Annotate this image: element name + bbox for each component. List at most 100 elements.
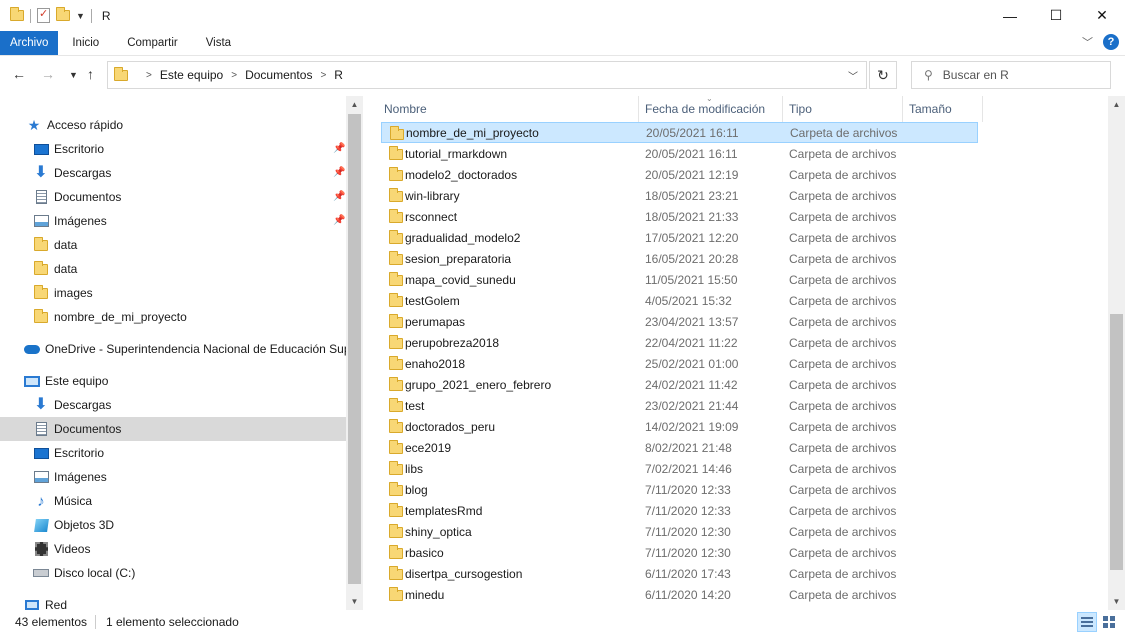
up-arrow-icon[interactable]: ↑ <box>87 66 94 82</box>
file-row[interactable]: mapa_covid_sunedu 11/05/2021 15:50 Carpeta… <box>381 269 978 290</box>
scrollbar-thumb[interactable] <box>1110 314 1123 570</box>
chevron-right-icon[interactable]: > <box>146 70 152 81</box>
column-header-fecha[interactable]: Fecha de modificación <box>645 96 765 122</box>
file-row[interactable]: libs 7/02/2021 14:46 Carpeta de archivos <box>381 458 978 479</box>
nav-item-documentos[interactable]: Documentos <box>33 185 121 209</box>
nav-item-objetos-3d[interactable]: Objetos 3D <box>33 513 114 537</box>
file-type: Carpeta de archivos <box>789 524 897 539</box>
column-header-tipo[interactable]: Tipo <box>789 96 812 122</box>
scrollbar-thumb[interactable] <box>348 114 361 584</box>
filelist-scrollbar[interactable]: ▲ ▼ <box>1108 96 1125 610</box>
file-row[interactable]: sesion_preparatoria 16/05/2021 20:28 Carpe… <box>381 248 978 269</box>
scroll-up-icon[interactable]: ▲ <box>346 96 363 113</box>
new-folder-icon[interactable] <box>56 7 70 21</box>
large-icons-view-button[interactable] <box>1099 612 1119 632</box>
expand-ribbon-icon[interactable]: ﹀ <box>1082 34 1093 50</box>
refresh-button[interactable]: ↻ <box>869 61 897 89</box>
file-row[interactable]: testGolem 4/05/2021 15:32 Carpeta de archi… <box>381 290 978 311</box>
tab-compartir[interactable]: Compartir <box>113 31 191 55</box>
nav-item-nombre-de-mi-proyecto[interactable]: nombre_de_mi_proyecto <box>33 305 187 329</box>
pin-icon[interactable]: 📌 <box>333 191 345 202</box>
document-icon <box>35 422 47 436</box>
file-row[interactable]: modelo2_doctorados 20/05/2021 12:19 Carpet… <box>381 164 978 185</box>
column-divider[interactable] <box>782 96 783 122</box>
file-row[interactable]: shiny_optica 7/11/2020 12:30 Carpeta de ar… <box>381 521 978 542</box>
file-row[interactable]: test 23/02/2021 21:44 Carpeta de archivos <box>381 395 978 416</box>
file-row[interactable]: enaho2018 25/02/2021 01:00 Carpeta de arch… <box>381 353 978 374</box>
nav-item-imagenes[interactable]: Imágenes <box>33 209 107 233</box>
file-row[interactable]: perumapas 23/04/2021 13:57 Carpeta de arch… <box>381 311 978 332</box>
nav-network[interactable]: Red <box>24 593 67 610</box>
column-divider[interactable] <box>982 96 983 122</box>
navpane-scrollbar[interactable]: ▲ ▼ <box>346 96 363 610</box>
address-bar[interactable]: > Este equipo > Documentos > R ﹀ <box>107 61 867 89</box>
recent-locations-icon[interactable]: ▼ <box>69 70 78 80</box>
column-header-tamano[interactable]: Tamaño <box>909 96 952 122</box>
file-row[interactable]: templatesRmd 7/11/2020 12:33 Carpeta de ar… <box>381 500 978 521</box>
file-row[interactable]: blog 7/11/2020 12:33 Carpeta de archivos <box>381 479 978 500</box>
breadcrumb-este-equipo[interactable]: Este equipo <box>160 68 223 82</box>
tab-vista[interactable]: Vista <box>192 31 245 55</box>
file-row[interactable]: gradualidad_modelo2 17/05/2021 12:20 Carpe… <box>381 227 978 248</box>
search-box[interactable]: ⚲ <box>911 61 1111 89</box>
scroll-up-icon[interactable]: ▲ <box>1108 96 1125 113</box>
forward-arrow-icon[interactable]: → <box>41 66 55 82</box>
column-divider[interactable] <box>638 96 639 122</box>
nav-item-descargas[interactable]: ⬇ Descargas <box>33 161 111 185</box>
file-row[interactable]: rbasico 7/11/2020 12:30 Carpeta de archivo… <box>381 542 978 563</box>
tab-inicio[interactable]: Inicio <box>58 31 113 55</box>
minimize-button[interactable]: — <box>987 0 1033 31</box>
file-row[interactable]: win-library 18/05/2021 23:21 Carpeta de ar… <box>381 185 978 206</box>
nav-label: Imágenes <box>54 214 107 228</box>
file-row[interactable]: disertpa_cursogestion 6/11/2020 17:43 Carp… <box>381 563 978 584</box>
nav-this-pc[interactable]: Este equipo <box>24 369 108 393</box>
nav-item-images[interactable]: images <box>33 281 93 305</box>
back-arrow-icon[interactable]: ← <box>12 66 26 82</box>
file-row[interactable]: ece2019 8/02/2021 21:48 Carpeta de archivo… <box>381 437 978 458</box>
column-header-nombre[interactable]: Nombre <box>384 96 427 122</box>
breadcrumb-documentos[interactable]: Documentos <box>245 68 312 82</box>
maximize-button[interactable]: ☐ <box>1033 0 1079 31</box>
file-row[interactable]: grupo_2021_enero_febrero 24/02/2021 11:42… <box>381 374 978 395</box>
nav-item-data[interactable]: data <box>33 257 77 281</box>
nav-item-imagenes[interactable]: Imágenes <box>33 465 107 489</box>
file-type: Carpeta de archivos <box>789 545 897 560</box>
nav-onedrive[interactable]: OneDrive - Superintendencia Nacional de … <box>24 337 351 361</box>
column-divider[interactable] <box>902 96 903 122</box>
chevron-right-icon[interactable]: > <box>231 70 237 81</box>
file-row[interactable]: perupobreza2018 22/04/2021 11:22 Carpeta d… <box>381 332 978 353</box>
properties-icon[interactable] <box>37 7 50 23</box>
pin-icon[interactable]: 📌 <box>333 143 345 154</box>
nav-quick-access[interactable]: ★ Acceso rápido <box>26 113 123 137</box>
close-button[interactable]: ✕ <box>1079 0 1125 31</box>
file-row[interactable]: tutorial_rmarkdown 20/05/2021 16:11 Carpet… <box>381 143 978 164</box>
scroll-down-icon[interactable]: ▼ <box>1108 593 1125 610</box>
nav-item-musica[interactable]: ♪ Música <box>33 489 92 513</box>
nav-item-disco-local[interactable]: Disco local (C:) <box>33 561 135 585</box>
file-date: 24/02/2021 11:42 <box>645 377 738 392</box>
nav-item-descargas[interactable]: ⬇ Descargas <box>33 393 111 417</box>
search-input[interactable] <box>942 68 1093 82</box>
help-icon[interactable]: ? <box>1103 34 1119 50</box>
details-view-button[interactable] <box>1077 612 1097 632</box>
nav-item-escritorio[interactable]: Escritorio <box>33 137 104 161</box>
breadcrumb-r[interactable]: R <box>334 68 343 82</box>
customize-toolbar-dropdown-icon[interactable]: ▼ <box>76 11 85 21</box>
scroll-down-icon[interactable]: ▼ <box>346 593 363 610</box>
pin-icon[interactable]: 📌 <box>333 215 345 226</box>
tab-archivo[interactable]: Archivo <box>0 31 59 55</box>
file-date: 8/02/2021 21:48 <box>645 440 732 455</box>
nav-item-videos[interactable]: Videos <box>33 537 90 561</box>
file-row[interactable]: rsconnect 18/05/2021 21:33 Carpeta de arch… <box>381 206 978 227</box>
chevron-down-icon[interactable]: ﹀ <box>848 68 858 83</box>
pin-icon[interactable]: 📌 <box>333 167 345 178</box>
file-name: ece2019 <box>405 440 452 455</box>
file-row[interactable]: nombre_de_mi_proyecto 20/05/2021 16:11 Car… <box>381 122 978 143</box>
nav-item-data[interactable]: data <box>33 233 77 257</box>
nav-item-documentos-selected[interactable]: Documentos <box>0 417 346 441</box>
nav-item-escritorio[interactable]: Escritorio <box>33 441 104 465</box>
file-row[interactable]: doctorados_peru 14/02/2021 19:09 Carpeta d… <box>381 416 978 437</box>
file-date: 20/05/2021 16:11 <box>645 146 738 161</box>
chevron-right-icon[interactable]: > <box>320 70 326 81</box>
file-row[interactable]: minedu 6/11/2020 14:20 Carpeta de archivos <box>381 584 978 605</box>
